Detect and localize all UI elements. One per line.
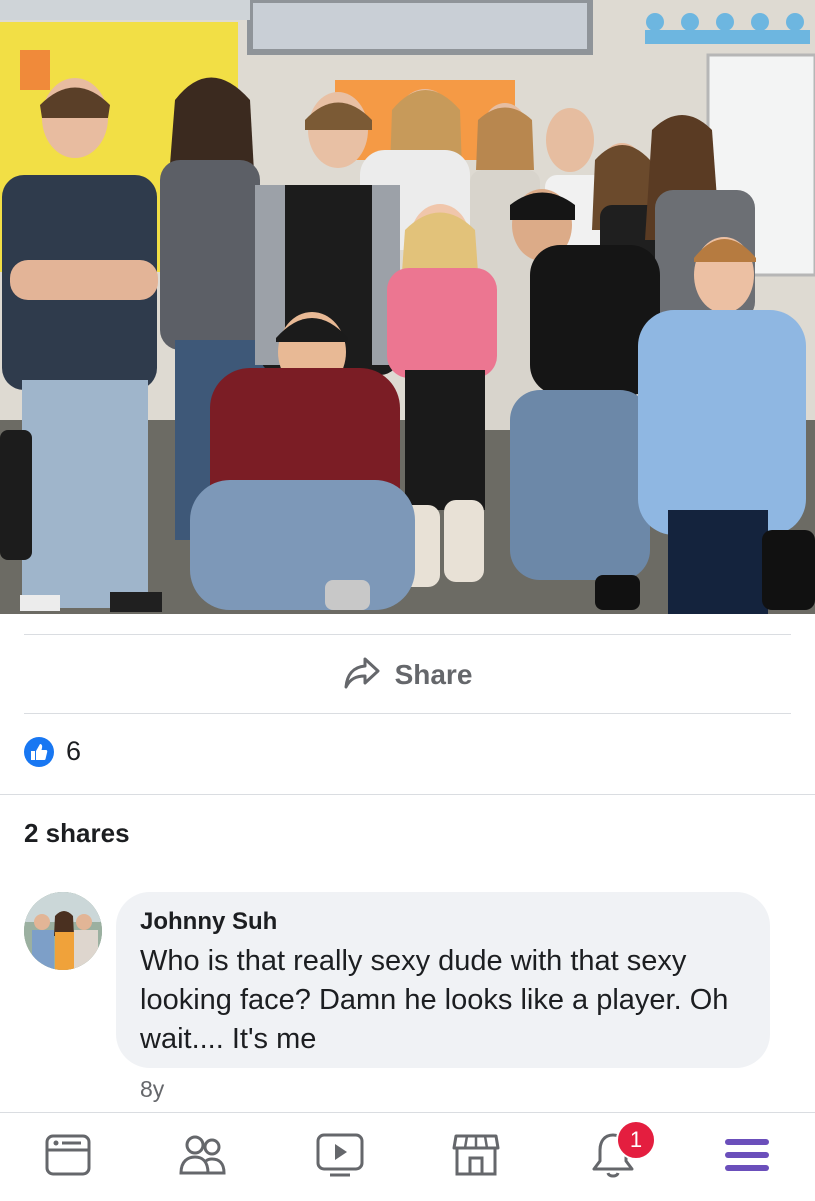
reaction-summary[interactable]: 6 — [24, 736, 81, 767]
nav-menu[interactable] — [712, 1127, 782, 1187]
comment-text: Who is that really sexy dude with that s… — [140, 945, 729, 1055]
share-icon — [343, 656, 381, 695]
like-count: 6 — [66, 736, 82, 766]
group-photo-illustration — [0, 0, 815, 614]
comment-timestamp[interactable]: 8y — [140, 1076, 164, 1103]
share-label: Share — [394, 659, 473, 690]
comment-bubble[interactable]: Johnny Suh Who is that really sexy dude … — [116, 892, 770, 1068]
post-photo[interactable] — [0, 0, 815, 614]
divider — [24, 634, 791, 635]
comment-author[interactable]: Johnny Suh — [140, 908, 746, 936]
nav-friends[interactable] — [168, 1127, 238, 1187]
news-feed-icon — [45, 1134, 91, 1181]
share-button[interactable]: Share — [0, 640, 815, 710]
nav-marketplace[interactable] — [441, 1127, 511, 1187]
nav-watch[interactable] — [305, 1127, 375, 1187]
notification-badge: 1 — [616, 1120, 656, 1160]
marketplace-icon — [451, 1132, 501, 1183]
like-icon — [24, 736, 54, 767]
bottom-navigation — [0, 1112, 815, 1201]
friends-icon — [178, 1133, 228, 1182]
menu-icon — [723, 1135, 771, 1180]
nav-news-feed[interactable] — [33, 1127, 103, 1187]
shares-count[interactable]: 2 shares — [24, 818, 130, 849]
avatar[interactable] — [24, 892, 102, 970]
divider — [24, 713, 791, 714]
divider — [0, 794, 815, 795]
watch-icon — [315, 1132, 365, 1183]
